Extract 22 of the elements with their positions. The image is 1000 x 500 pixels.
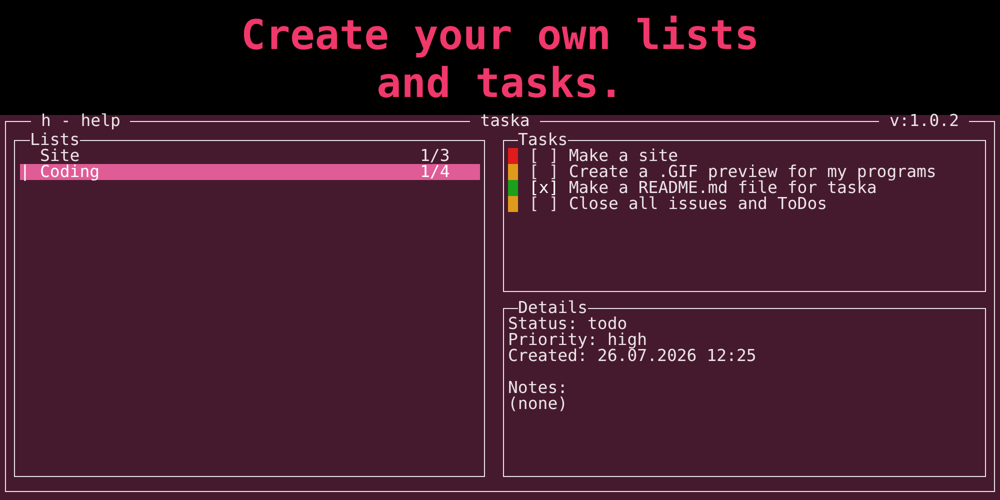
panel-title: Lists [30,132,80,148]
notes-label: Notes: [508,380,569,396]
detail-line: Created: 26.07.2026 12:25 [508,348,758,364]
headline: Create your own lists [240,10,760,58]
help-hint: h - help [40,113,122,129]
task-checkbox[interactable]: [ ] [529,164,559,180]
notes-text: (none) [508,396,569,412]
panel-title: Details [518,300,588,316]
task-text: Create a .GIF preview for my programs [568,164,936,180]
panel-title: Tasks [518,132,568,148]
task-checkbox[interactable]: [ ] [529,196,559,212]
version-label: v:1.0.2 [888,113,960,129]
headline: and tasks. [376,58,624,106]
task-checkbox[interactable]: [ ] [529,148,559,164]
task-text: Make a README.md file for taska [568,180,877,196]
task-text: Close all issues and ToDos [568,196,828,212]
list-item[interactable]: Site 1/3 [20,148,480,164]
detail-line: Status: todo [508,316,628,332]
app-title: taska [479,113,531,129]
task-text: Make a site [568,148,678,164]
detail-line: Priority: high [508,332,648,348]
task-checkbox[interactable]: [x] [529,180,559,196]
